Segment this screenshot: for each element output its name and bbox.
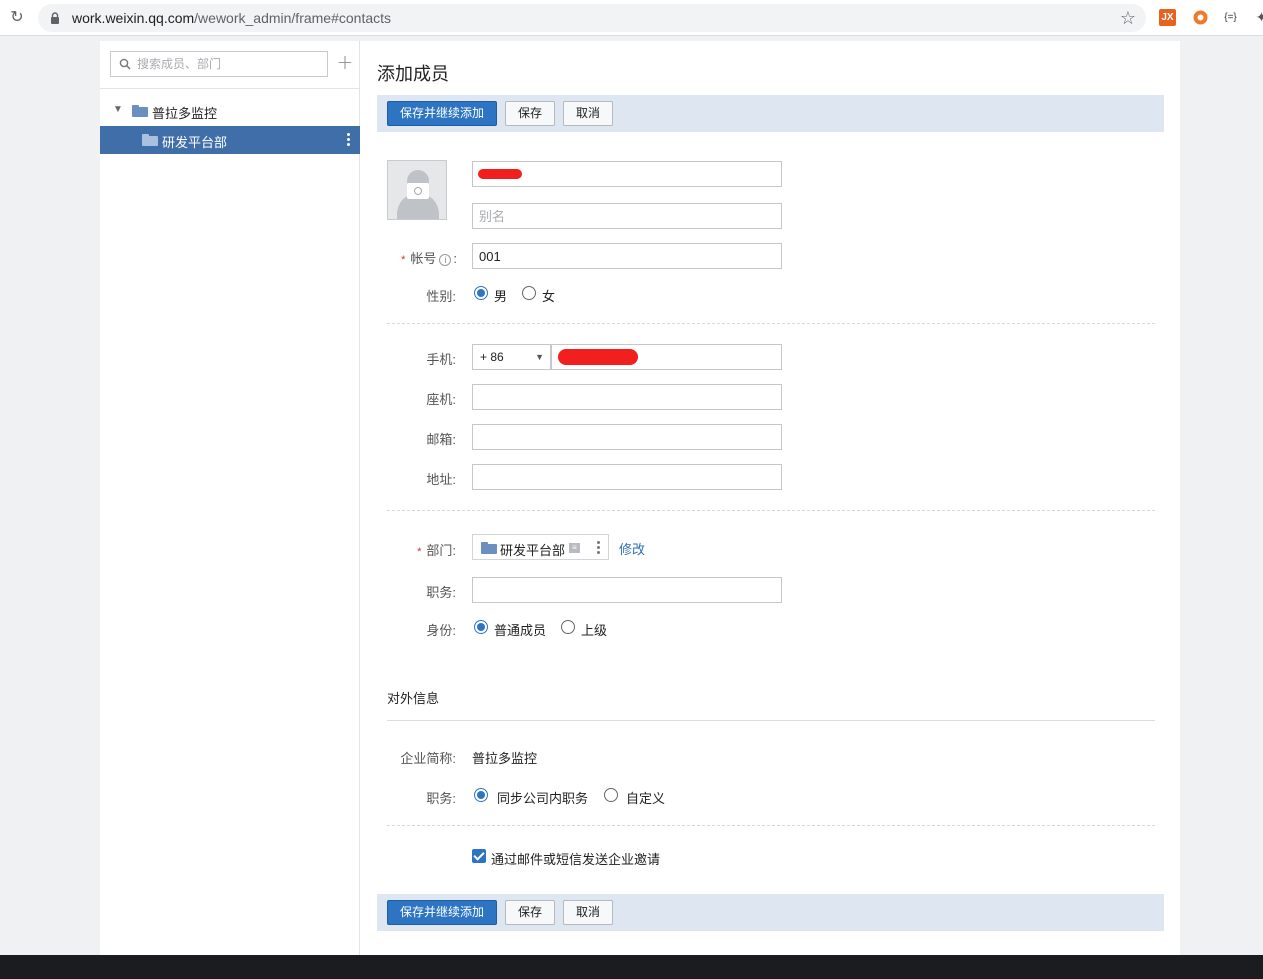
more-vertical-icon[interactable] [344,132,352,148]
position-custom-label[interactable]: 自定义 [626,788,665,807]
tree-child-label: 研发平台部 [162,135,228,150]
address-label: 地址: [426,472,456,487]
position-label: 职务: [426,585,456,600]
email-label: 邮箱: [426,432,456,447]
bottom-toolbar: 保存并继续添加 保存 取消 [377,894,1164,931]
search-box[interactable] [110,51,328,77]
gender-female-label[interactable]: 女 [542,286,555,305]
modify-dept-link[interactable]: 修改 [619,539,645,558]
company-value: 普拉多监控 [472,751,538,766]
country-code-value: + 86 [480,350,504,364]
url-host: work.weixin.qq.com [72,10,195,26]
add-member-form: 添加成员 保存并继续添加 保存 取消 *帐号i: 性别: 男 女 手机: + 8… [361,41,1180,955]
search-icon [119,58,131,70]
tree-root-label: 普拉多监控 [152,106,218,121]
browser-toolbar: ↻ work.weixin.qq.com/wework_admin/frame#… [0,0,1263,36]
address-field[interactable] [472,464,782,490]
section-divider [387,323,1155,324]
invite-label[interactable]: 通过邮件或短信发送企业邀请 [491,849,660,868]
dept-tag-label: 研发平台部 [500,543,566,558]
position-sync-radio[interactable] [474,788,488,802]
gender-female-radio[interactable] [522,286,536,300]
position-field[interactable] [472,577,782,603]
jx-extension-icon[interactable]: JX [1159,9,1176,26]
admin-panel: + ▼ 普拉多监控 研发平台部 添加成员 保存并继续添加 保存 取消 *帐号i: [100,41,1180,955]
gender-male-label[interactable]: 男 [494,286,507,305]
email-field[interactable] [472,424,782,450]
lifebuoy-extension-icon[interactable] [1192,9,1209,26]
save-continue-button[interactable]: 保存并继续添加 [387,900,497,925]
address-bar[interactable]: work.weixin.qq.com/wework_admin/frame#co… [38,4,1146,32]
folder-icon [142,134,158,146]
invite-checkbox[interactable] [472,849,486,863]
identity-superior-label[interactable]: 上级 [581,620,607,639]
identity-regular-label[interactable]: 普通成员 [494,620,546,639]
puzzle-extension-icon[interactable]: ✦ [1253,9,1263,26]
folder-icon [132,105,148,117]
redaction-mark [558,349,638,365]
alias-field[interactable] [472,203,782,229]
landline-field[interactable] [472,384,782,410]
avatar-upload[interactable] [387,160,447,220]
add-department-button[interactable]: + [335,52,355,73]
search-input[interactable] [137,55,322,73]
account-label-text: 帐号 [410,251,437,266]
url-path: /wework_admin/frame#contacts [194,10,392,26]
bookmark-star-icon[interactable]: ☆ [1120,8,1136,29]
tree-item-dept-selected[interactable]: 研发平台部 [100,126,360,154]
more-vertical-icon[interactable] [594,540,602,556]
camera-icon [407,183,429,199]
identity-label: 身份: [426,623,456,638]
url-text: work.weixin.qq.com/wework_admin/frame#co… [72,10,391,26]
phone-label: 手机: [426,352,456,367]
reload-icon[interactable]: ↻ [8,9,26,27]
dropdown-arrow-icon: ▼ [535,352,544,362]
account-field[interactable] [472,243,782,269]
section-divider [387,720,1155,721]
page-title: 添加成员 [377,64,449,84]
sidebar-divider [100,88,359,89]
redaction-mark [478,169,522,179]
position-custom-radio[interactable] [604,788,618,802]
identity-regular-radio[interactable] [474,620,488,634]
dept-badge-icon: ≡ [569,543,580,553]
gender-label: 性别: [426,289,456,304]
department-tag[interactable]: 研发平台部 ≡ [472,534,609,560]
json-extension-icon[interactable]: {=} [1222,9,1239,26]
lifebuoy-icon [1193,10,1208,25]
tree-item-root[interactable]: ▼ 普拉多监控 [100,98,359,124]
top-toolbar: 保存并继续添加 保存 取消 [377,95,1164,132]
section-divider [387,510,1155,511]
cancel-button[interactable]: 取消 [563,101,613,126]
external-position-label: 职务: [426,791,456,806]
dept-label-text: 部门: [426,543,456,558]
folder-icon [481,542,497,554]
section-divider [387,825,1155,826]
bottom-dark-strip [0,955,1263,979]
external-info-title: 对外信息 [387,691,440,706]
dept-label: * 部门: [417,543,456,558]
cancel-button[interactable]: 取消 [563,900,613,925]
account-label: * 帐号 i: [401,251,457,266]
identity-superior-radio[interactable] [561,620,575,634]
country-code-select[interactable]: + 86 ▼ [472,344,551,370]
company-label: 企业简称: [400,751,456,766]
lock-icon [51,12,59,24]
landline-label: 座机: [426,392,456,407]
save-continue-button[interactable]: 保存并继续添加 [387,101,497,126]
contacts-sidebar: + ▼ 普拉多监控 研发平台部 [100,41,360,955]
position-sync-label[interactable]: 同步公司内职务 [497,788,588,807]
save-button[interactable]: 保存 [505,900,555,925]
gender-male-radio[interactable] [474,286,488,300]
caret-down-icon[interactable]: ▼ [113,104,123,115]
save-button[interactable]: 保存 [505,101,555,126]
info-icon[interactable]: i [439,254,452,266]
